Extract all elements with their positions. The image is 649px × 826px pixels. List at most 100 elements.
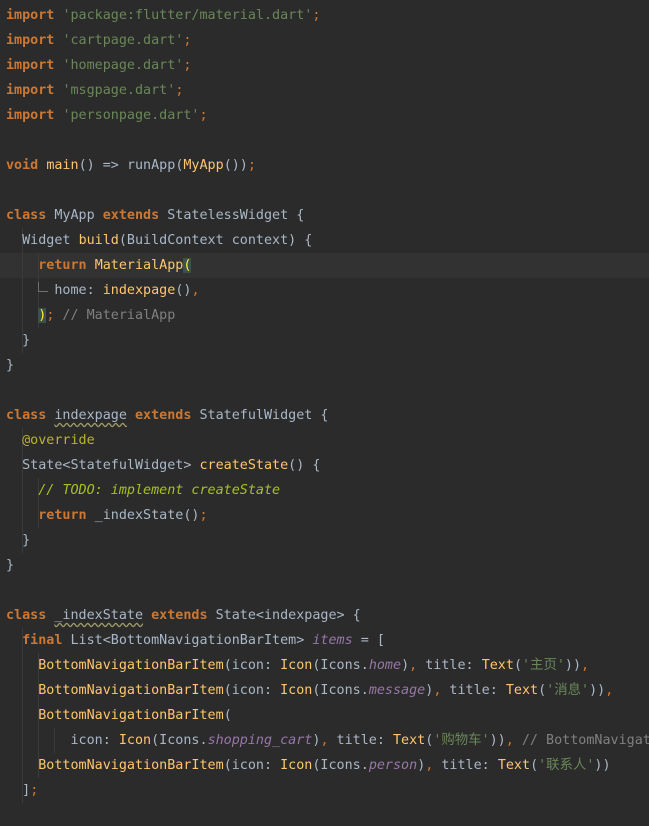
code-line[interactable]: return MaterialApp( bbox=[0, 253, 649, 278]
code-line[interactable]: } bbox=[0, 553, 649, 578]
code-line[interactable]: State<StatefulWidget> createState() { bbox=[0, 453, 649, 478]
code-line[interactable]: class MyApp extends StatelessWidget { bbox=[0, 203, 649, 228]
code-line[interactable] bbox=[0, 578, 649, 603]
code-text: class indexpage extends StatefulWidget { bbox=[6, 403, 329, 428]
code-line[interactable]: class _indexState extends State<indexpag… bbox=[0, 603, 649, 628]
code-token: } bbox=[6, 333, 31, 348]
code-token: )) bbox=[489, 733, 506, 748]
code-token: BottomNavigationBarItem bbox=[38, 708, 224, 723]
code-token: StatefulWidget { bbox=[191, 408, 329, 423]
code-token: TODO: implement createState bbox=[62, 483, 281, 498]
code-token: _indexState() bbox=[86, 508, 200, 523]
code-line[interactable]: ]; bbox=[0, 778, 649, 803]
code-token: (icon: bbox=[223, 683, 281, 698]
code-token: final bbox=[22, 633, 63, 648]
code-token: Text bbox=[497, 758, 531, 773]
code-token: runApp bbox=[126, 158, 176, 173]
code-line[interactable]: BottomNavigationBarItem(icon: Icon(Icons… bbox=[0, 753, 649, 778]
code-line[interactable]: import 'homepage.dart'; bbox=[0, 53, 649, 78]
code-token: icon: bbox=[6, 733, 119, 748]
code-line[interactable]: import 'cartpage.dart'; bbox=[0, 28, 649, 53]
code-line[interactable]: BottomNavigationBarItem( bbox=[0, 703, 649, 728]
code-token: 'personpage.dart' bbox=[62, 108, 200, 123]
code-token: MyApp bbox=[46, 208, 103, 223]
code-token: import bbox=[6, 83, 55, 98]
code-text: BottomNavigationBarItem(icon: Icon(Icons… bbox=[6, 653, 589, 678]
code-line[interactable]: } bbox=[0, 528, 649, 553]
code-token: title: bbox=[441, 683, 506, 698]
code-token: , bbox=[320, 733, 329, 748]
code-text: BottomNavigationBarItem(icon: Icon(Icons… bbox=[6, 753, 610, 778]
code-line[interactable]: icon: Icon(Icons.shopping_cart), title: … bbox=[0, 728, 649, 753]
code-text: Widget build(BuildContext context) { bbox=[6, 228, 312, 253]
code-token: import bbox=[6, 58, 55, 73]
code-line[interactable]: ); // MaterialApp bbox=[0, 303, 649, 328]
code-token: Widget bbox=[6, 233, 79, 248]
code-token: BottomNavigationBarItem bbox=[38, 683, 224, 698]
code-token: class bbox=[6, 608, 47, 623]
code-token: BottomNavigationBarItem bbox=[38, 758, 224, 773]
code-line[interactable]: BottomNavigationBarItem(icon: Icon(Icons… bbox=[0, 653, 649, 678]
code-text: } bbox=[6, 553, 14, 578]
code-line[interactable]: import 'msgpage.dart'; bbox=[0, 78, 649, 103]
code-token: main bbox=[46, 158, 79, 173]
code-token: title: bbox=[328, 733, 393, 748]
code-token: ; bbox=[247, 158, 256, 173]
code-line[interactable]: } bbox=[0, 353, 649, 378]
code-line[interactable]: void main() => runApp(MyApp()); bbox=[0, 153, 649, 178]
code-token: shopping_cart bbox=[207, 733, 313, 748]
code-token: ] bbox=[6, 783, 31, 798]
code-line[interactable]: Widget build(BuildContext context) { bbox=[0, 228, 649, 253]
code-line[interactable]: home: indexpage(), bbox=[0, 278, 649, 303]
code-line[interactable] bbox=[0, 178, 649, 203]
code-text: ); // MaterialApp bbox=[6, 303, 175, 328]
code-line[interactable] bbox=[0, 378, 649, 403]
code-token: , bbox=[505, 733, 514, 748]
code-token: Icon bbox=[280, 683, 313, 698]
code-text: import 'personpage.dart'; bbox=[6, 103, 208, 128]
code-token: import bbox=[6, 8, 55, 23]
code-text: icon: Icon(Icons.shopping_cart), title: … bbox=[6, 728, 649, 753]
code-line[interactable]: @override bbox=[0, 428, 649, 453]
code-token: , bbox=[191, 283, 200, 298]
code-text: class MyApp extends StatelessWidget { bbox=[6, 203, 304, 228]
code-text: return MaterialApp( bbox=[6, 253, 192, 278]
code-text: BottomNavigationBarItem( bbox=[6, 703, 232, 728]
code-token: Text bbox=[393, 733, 426, 748]
code-token: Icon bbox=[118, 733, 152, 748]
code-line[interactable]: import 'package:flutter/material.dart'; bbox=[0, 3, 649, 28]
code-token: extends bbox=[151, 608, 208, 623]
code-editor[interactable]: import 'package:flutter/material.dart'; i… bbox=[0, 0, 649, 826]
code-line[interactable] bbox=[0, 128, 649, 153]
code-line[interactable]: } bbox=[0, 328, 649, 353]
code-token: BottomNavigationBarItem bbox=[38, 658, 224, 673]
code-text: final List<BottomNavigationBarItem> item… bbox=[6, 628, 385, 653]
code-token: ) bbox=[401, 658, 410, 673]
code-line[interactable]: return _indexState(); bbox=[0, 503, 649, 528]
code-token: , bbox=[605, 683, 614, 698]
code-token: () => bbox=[78, 158, 127, 173]
code-line[interactable]: class indexpage extends StatefulWidget { bbox=[0, 403, 649, 428]
code-token: '主页' bbox=[522, 658, 565, 673]
code-token: , bbox=[409, 658, 418, 673]
code-line[interactable]: BottomNavigationBarItem(icon: Icon(Icons… bbox=[0, 678, 649, 703]
code-token: home: bbox=[6, 283, 103, 298]
code-token: MyApp bbox=[183, 158, 224, 173]
code-text: } bbox=[6, 328, 30, 353]
code-token: '消息' bbox=[546, 683, 590, 698]
code-token: () bbox=[175, 283, 192, 298]
code-line[interactable]: // TODO: implement createState bbox=[0, 478, 649, 503]
code-text: } bbox=[6, 528, 30, 553]
code-token: ; bbox=[183, 33, 192, 48]
code-token: 'package:flutter/material.dart' bbox=[62, 8, 313, 23]
code-line[interactable]: import 'personpage.dart'; bbox=[0, 103, 649, 128]
code-token: StatelessWidget { bbox=[159, 208, 305, 223]
code-token: (BuildContext context) { bbox=[118, 233, 313, 248]
code-line[interactable]: final List<BottomNavigationBarItem> item… bbox=[0, 628, 649, 653]
code-token: _indexState bbox=[54, 608, 144, 623]
code-token: class bbox=[6, 408, 47, 423]
